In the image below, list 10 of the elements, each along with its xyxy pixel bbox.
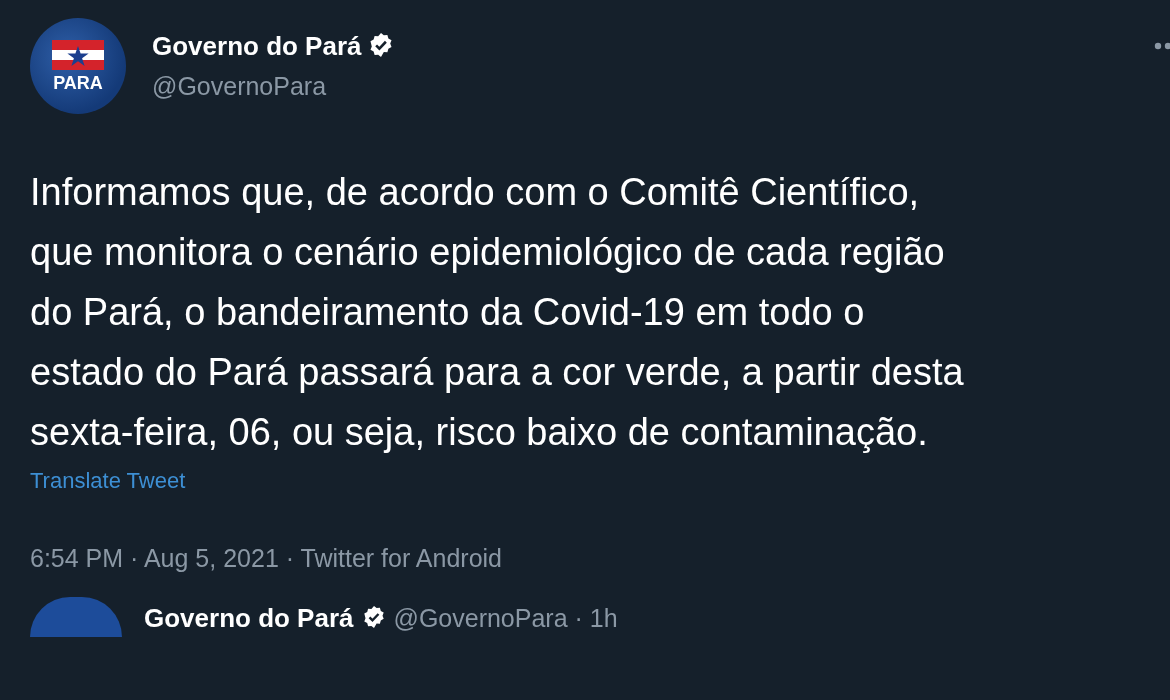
tweet-timestamp: 6:54 PM · Aug 5, 2021 · Twitter for Android (30, 544, 504, 573)
flag-icon (52, 40, 104, 70)
author-handle[interactable]: @GovernoPara (152, 72, 394, 101)
author-handle-time: @GovernoPara · 1h (393, 604, 618, 633)
avatar-logo[interactable]: PARA (30, 18, 126, 114)
translate-link[interactable]: Translate Tweet (30, 468, 186, 494)
author-name[interactable]: Governo do Pará (144, 603, 354, 634)
logo-text: PARA (53, 74, 103, 92)
tweet-text: Informamos que, de acordo com o Comitê Científico, que monitora o cenário epidemiológico de cada região do Pará, o bandeiramento da Covid-19 em todo o estado do Pará passará para a cor verde, a partir desta sexta-feira, 06, ou seja, risco baixo de contaminação. (30, 170, 965, 455)
author-name[interactable]: Governo do Pará (152, 31, 362, 62)
